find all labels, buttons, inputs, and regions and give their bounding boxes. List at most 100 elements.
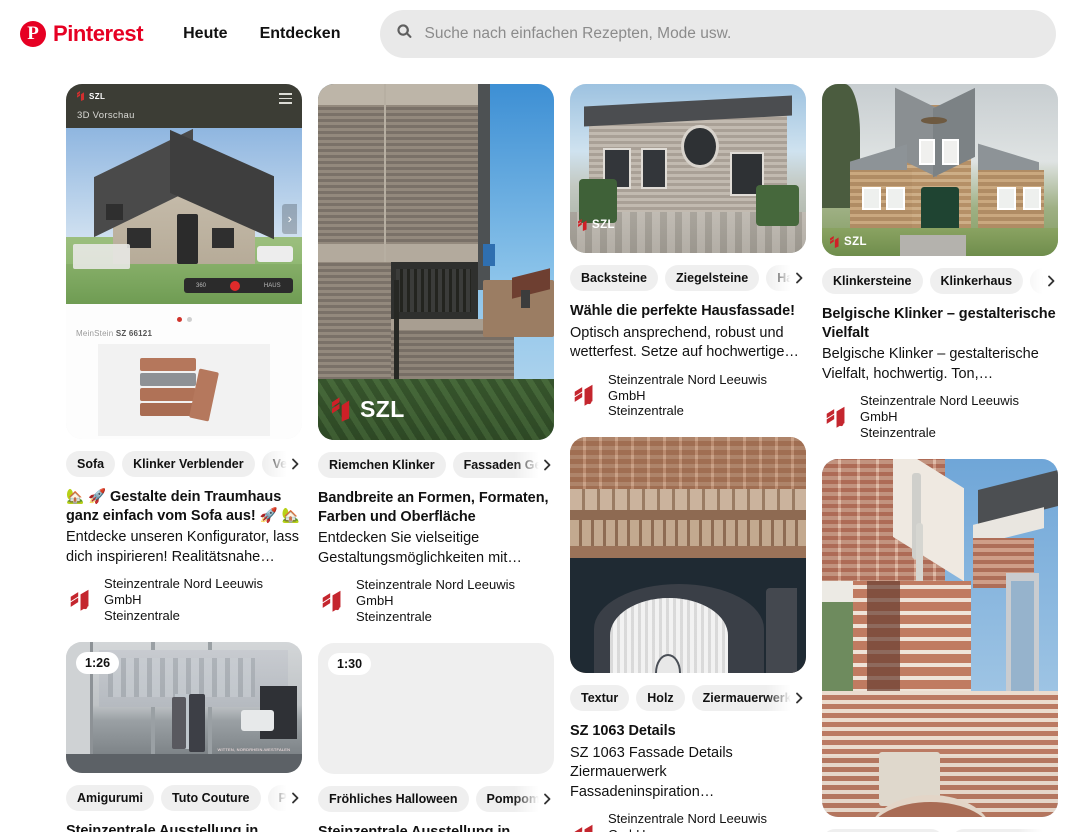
pin-tag[interactable]: Ziermauerwerk (691, 685, 803, 712)
pin-description: SZ 1063 Fassade Details Ziermauerwerk Fa… (570, 744, 733, 800)
pin-card[interactable]: Brick In The Wall Ziermauerwerk S (822, 458, 1058, 832)
pin-author[interactable]: Steinzentrale Nord Leeuwis GmbH Steinzen… (570, 811, 806, 832)
pin-tag-row: Fröhliches Halloween Pompoms P (318, 784, 554, 813)
pin-author[interactable]: Steinzentrale Nord Leeuwis GmbH Steinzen… (822, 393, 1058, 441)
szl-watermark: SZL (830, 236, 867, 248)
pin-tag[interactable]: Klinkerhaus (929, 267, 1024, 295)
szl-logo-text: SZL (89, 91, 106, 101)
pin-title: 🏡 🚀 Gestalte dein Traumhaus ganz einfach… (66, 489, 300, 524)
pin-video-thumbnail[interactable]: 1:26 WITTEN, NORDRHEIN-WESTFALEN (66, 641, 302, 773)
avatar (318, 586, 348, 616)
pin-tag[interactable]: Fassaden Gestaltung (452, 451, 554, 479)
pin-card[interactable]: SZL Riemchen Klinker Fassaden Gestaltung… (318, 84, 554, 625)
author-names: Steinzentrale Nord Leeuwis GmbH Steinzen… (608, 811, 806, 832)
pin-tag[interactable]: Brick In The Wall (822, 828, 945, 832)
brick-pillar-image (822, 458, 1058, 817)
stone-label: MeinStein SZ 66121 (76, 329, 153, 338)
pin-tag[interactable]: Amigurumi (66, 784, 154, 811)
avatar (66, 585, 96, 615)
pin-tag[interactable]: Klinkersteine (822, 267, 923, 295)
pin-tag[interactable]: Riemchen Klinker (318, 451, 446, 479)
szl-watermark: SZL (578, 219, 615, 231)
pin-video-thumbnail[interactable]: 1:30 (318, 642, 554, 774)
szl-mark-icon (77, 91, 85, 101)
search-bar[interactable] (380, 10, 1056, 58)
steinzentrale-logo-icon (319, 587, 347, 615)
pinterest-icon: P (20, 21, 46, 47)
pin-author[interactable]: Steinzentrale Nord Leeuwis GmbH Steinzen… (66, 576, 302, 624)
pin-title: Belgische Klinker – gestalterische Vielf… (822, 306, 1056, 341)
szl-mark-icon (830, 236, 839, 248)
pin-description: Belgische Klinker – gestalterische Vielf… (822, 346, 1039, 382)
pin-card[interactable]: SZL 3D Vorschau › 360 HAUS MeinStein SZ … (66, 84, 302, 624)
pin-tag-row: Riemchen Klinker Fassaden Gestaltung (318, 451, 554, 479)
mock-document-body: MeinStein SZ 66121 (66, 304, 302, 439)
klinker-house-image: SZL (822, 84, 1058, 256)
pin-image[interactable]: SZL (822, 84, 1058, 256)
pinterest-logo-button[interactable]: P Pinterest (12, 17, 151, 51)
pin-column-1: SZL 3D Vorschau › 360 HAUS MeinStein SZ … (66, 84, 318, 832)
pin-tag[interactable]: Holz (636, 685, 685, 712)
author-name: Steinzentrale Nord Leeuwis GmbH (860, 393, 1019, 425)
search-input[interactable] (424, 25, 1040, 43)
chevron-right-icon[interactable] (288, 457, 302, 471)
pin-image[interactable]: SZL (570, 84, 806, 253)
pin-title: Wähle die perfekte Hausfassade! (570, 303, 795, 319)
pin-card[interactable]: SZL Klinkersteine Klinkerhaus Erstes Eig… (822, 84, 1058, 441)
pin-card[interactable]: 1:26 WITTEN, NORDRHEIN-WESTFALEN Amiguru… (66, 641, 302, 832)
chevron-right-icon[interactable] (792, 691, 806, 705)
pin-card[interactable]: 1:30 Fröhliches Halloween Pompoms P Stei… (318, 642, 554, 832)
nav-item-entdecken[interactable]: Entdecken (244, 13, 357, 55)
search-icon (396, 23, 413, 45)
pin-column-2: SZL Riemchen Klinker Fassaden Gestaltung… (318, 84, 570, 832)
pin-image[interactable]: SZL 3D Vorschau › 360 HAUS MeinStein SZ … (66, 84, 302, 439)
avatar (822, 402, 852, 432)
pin-tag[interactable]: Ziegelsteine (665, 264, 760, 292)
author-subtitle: Steinzentrale (104, 607, 180, 623)
pin-image[interactable]: SZL (318, 84, 554, 440)
chevron-right-icon[interactable] (288, 791, 302, 805)
hamburger-menu-icon[interactable] (279, 93, 292, 104)
author-subtitle: Steinzentrale (608, 403, 684, 419)
brick-product-image (98, 344, 270, 436)
pin-tag[interactable]: Klinker Verblender (122, 450, 255, 478)
pin-tag[interactable]: Backsteine (570, 264, 659, 292)
pin-tag[interactable]: Textur (570, 685, 630, 712)
mock-app-header: SZL 3D Vorschau (66, 84, 302, 128)
pin-tag[interactable]: Ziermauerwerk (951, 828, 1058, 832)
chevron-right-icon[interactable] (540, 792, 554, 806)
top-navigation-bar: P Pinterest Heute Entdecken (0, 0, 1070, 68)
modern-brick-building-image: SZL (318, 84, 554, 440)
szl-watermark: SZL (332, 396, 405, 423)
pin-column-3: SZL Backsteine Ziegelsteine Hausfassade … (570, 84, 822, 832)
pin-image[interactable] (822, 458, 1058, 817)
steinzentrale-logo-icon (571, 381, 599, 410)
modern-house-image: SZL (570, 84, 806, 253)
pin-author[interactable]: Steinzentrale Nord Leeuwis GmbH Steinzen… (318, 577, 554, 625)
carousel-next-icon[interactable]: › (282, 203, 298, 234)
chevron-right-icon[interactable] (792, 271, 806, 285)
chevron-right-icon[interactable] (1044, 274, 1058, 288)
pin-image[interactable] (570, 437, 806, 674)
szl-mark-icon (578, 219, 587, 231)
nav-item-heute[interactable]: Heute (167, 13, 243, 55)
author-names: Steinzentrale Nord Leeuwis GmbH Steinzen… (608, 372, 806, 420)
pin-tag[interactable]: Tuto Couture (160, 784, 261, 811)
szl-logo-text: SZL (844, 236, 867, 248)
pin-card[interactable]: SZL Backsteine Ziegelsteine Hausfassade … (570, 84, 806, 419)
pin-card[interactable]: Textur Holz Ziermauerwerk Fen SZ 1063 De… (570, 437, 806, 832)
szl-logo: SZL (77, 91, 105, 101)
avatar (570, 820, 600, 832)
pin-tag[interactable]: Fröhliches Halloween (318, 785, 469, 812)
szl-mark-icon (332, 397, 350, 422)
chevron-right-icon[interactable] (540, 458, 554, 472)
szl-logo-text: SZL (360, 396, 405, 422)
pin-title: SZ 1063 Details (570, 723, 676, 740)
pin-tag-row: Brick In The Wall Ziermauerwerk S (822, 827, 1058, 832)
author-names: Steinzentrale Nord Leeuwis GmbH Steinzen… (356, 577, 554, 625)
pin-description: Optisch ansprechend, robust und wetterfe… (570, 324, 799, 361)
pin-author[interactable]: Steinzentrale Nord Leeuwis GmbH Steinzen… (570, 372, 806, 420)
pin-grid: SZL 3D Vorschau › 360 HAUS MeinStein SZ … (0, 68, 1070, 832)
pin-tag[interactable]: Sofa (66, 450, 116, 478)
video-duration-badge: 1:26 (76, 651, 120, 674)
